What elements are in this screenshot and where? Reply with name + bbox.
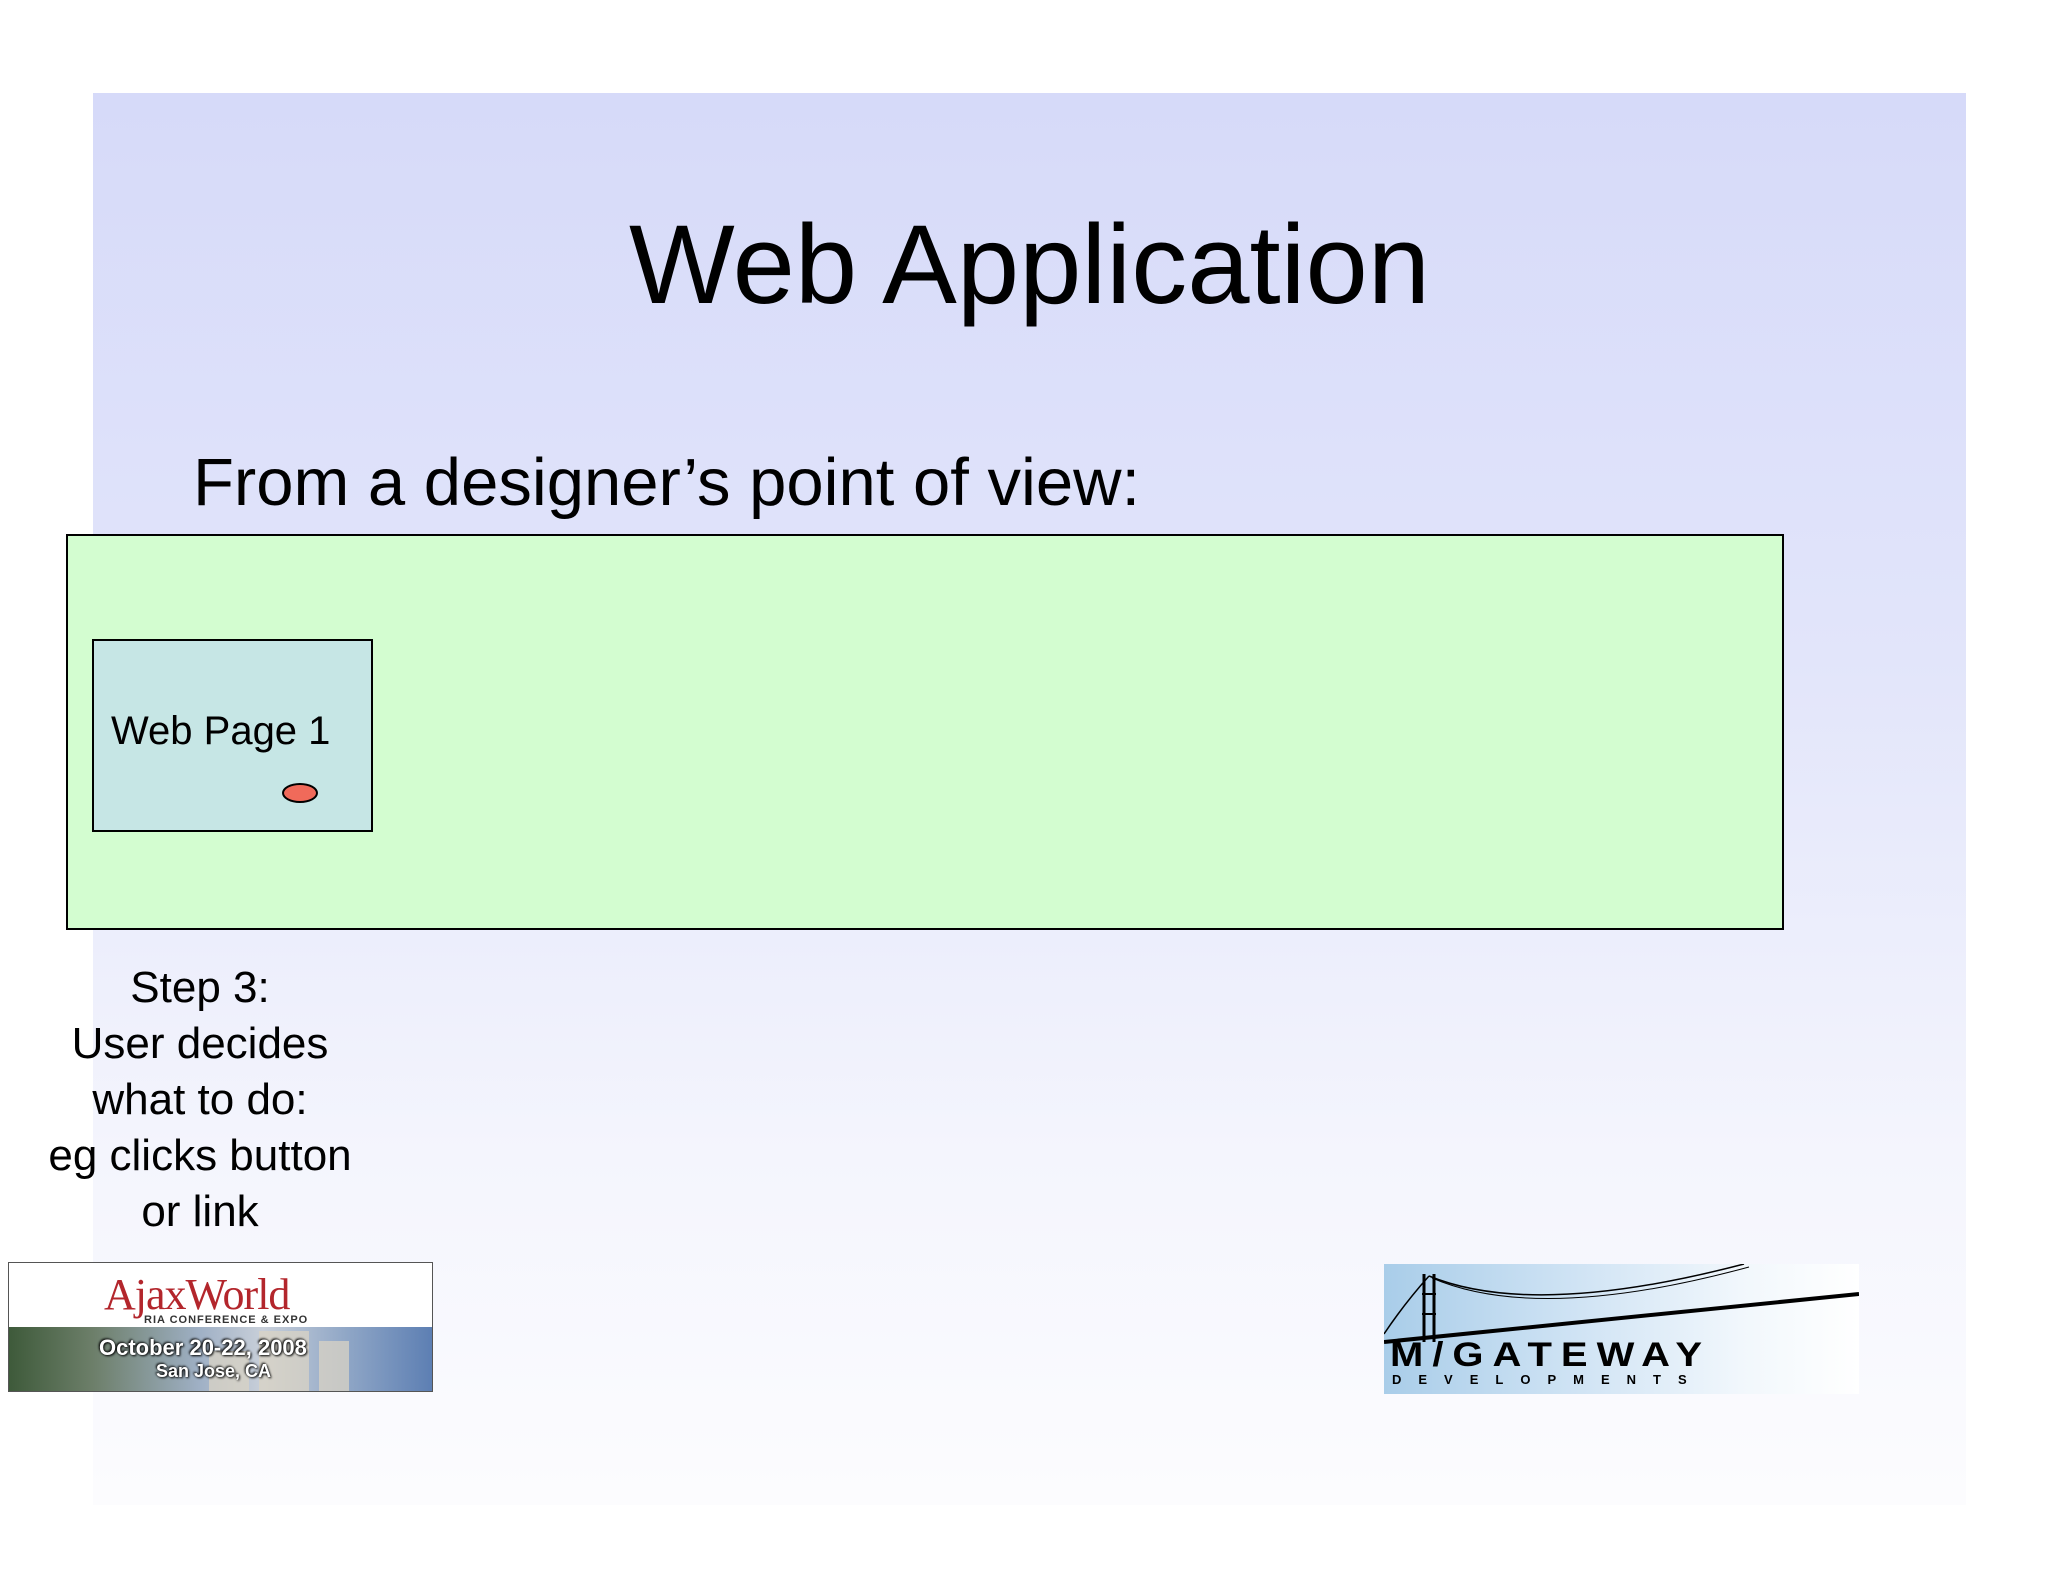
ajaxworld-tagline: RIA CONFERENCE & EXPO (144, 1314, 309, 1326)
ajaxworld-dates: October 20-22, 2008 (99, 1335, 307, 1360)
web-page-label: Web Page 1 (111, 709, 331, 753)
mgateway-sub: DEVELOPMENTS (1392, 1372, 1704, 1387)
slide-title: Web Application (628, 202, 1431, 327)
ajaxworld-name: AjaxWorld (104, 1270, 290, 1319)
step-caption: Step 3: User decides what to do: eg clic… (25, 960, 375, 1240)
building-shape (319, 1341, 349, 1391)
web-page-box: Web Page 1 (92, 639, 373, 832)
ajaxworld-logo: AjaxWorld RIA CONFERENCE & EXPO October … (8, 1262, 433, 1392)
step-caption-line: what to do: (92, 1075, 308, 1124)
step-caption-line: eg clicks button (48, 1131, 352, 1180)
step-caption-line: Step 3: (130, 963, 270, 1012)
ajaxworld-place: San Jose, CA (156, 1361, 272, 1381)
mgateway-logo: M/GATEWAY DEVELOPMENTS (1384, 1264, 1859, 1394)
mgateway-name: M/GATEWAY (1390, 1336, 1712, 1374)
ajaxworld-logo-header: AjaxWorld RIA CONFERENCE & EXPO (9, 1263, 432, 1329)
slide-subtitle: From a designer’s point of view: (193, 445, 1141, 520)
step-caption-line: User decides (71, 1019, 329, 1068)
button-dot-icon (282, 783, 318, 803)
step-caption-line: or link (141, 1187, 259, 1236)
